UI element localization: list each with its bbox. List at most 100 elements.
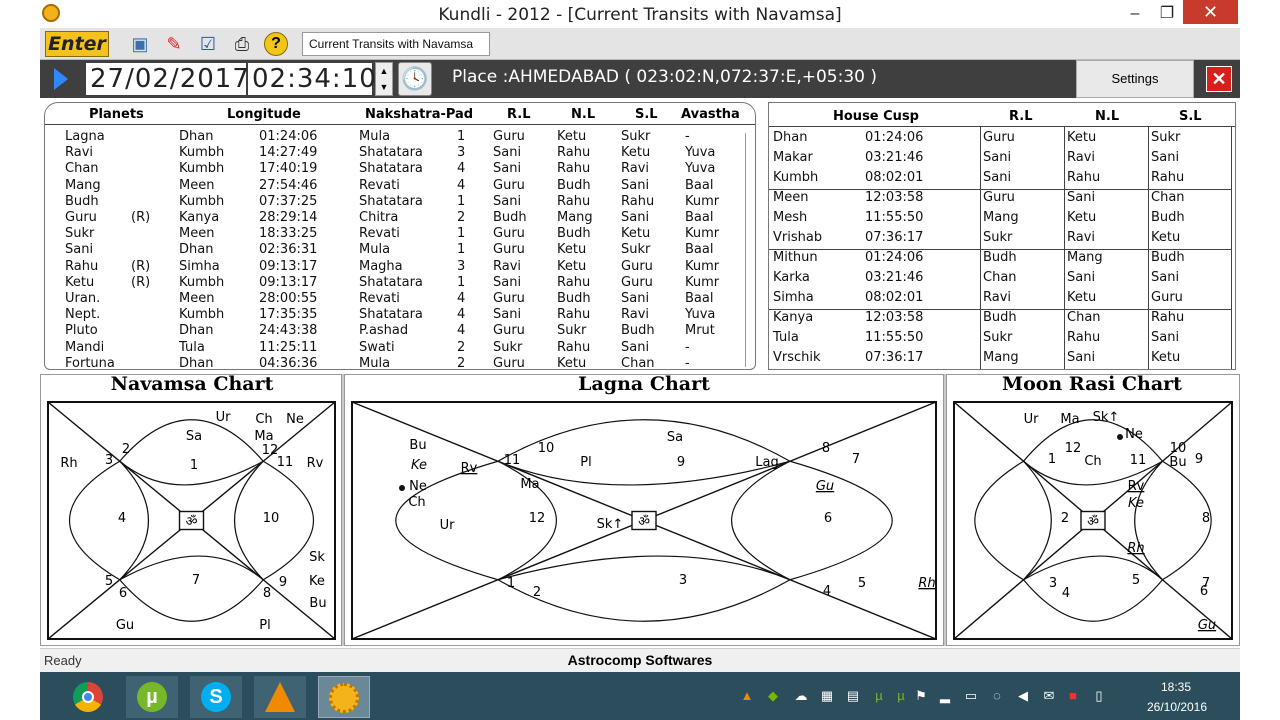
house-row[interactable]: Dhan 01:24:06 Guru Ketu Sukr — [769, 128, 1231, 148]
moon-rasi-chart[interactable]: ॐUrMaSk↑Ne12101Ch11Bu9PlSaRvKe28Rh53746G… — [951, 399, 1235, 642]
utorrent-tray-icon[interactable]: µ — [870, 688, 888, 703]
nvidia-tray-icon[interactable]: ◆ — [764, 688, 782, 704]
planet-row[interactable]: Fortuna Dhan 04:36:36 Mula 2 Guru Ketu Chan - — [45, 356, 745, 372]
lagna-chart-label: Gu — [816, 479, 834, 494]
vlc-icon[interactable] — [254, 676, 306, 718]
planet-row[interactable]: Sani Dhan 02:36:31 Mula 1 Guru Ketu Sukr Baal — [45, 242, 745, 258]
house-row[interactable]: Kanya 12:03:58 Budh Chan Rahu — [769, 308, 1231, 328]
kundli-icon[interactable] — [318, 676, 370, 718]
battery-tray-icon[interactable]: ▯ — [1090, 688, 1108, 704]
house-cell: Sukr — [1151, 130, 1181, 145]
signal-tray-icon[interactable]: ▂ — [936, 688, 954, 704]
planet-row[interactable]: Ravi Kumbh 14:27:49 Shatatara 3 Sani Rahu Ketu Y… — [45, 145, 745, 161]
cloud-tray-icon[interactable]: ☁ — [792, 688, 810, 704]
planet-row[interactable]: Chan Kumbh 17:40:19 Shatatara 4 Sani Rahu Ravi Y… — [45, 161, 745, 177]
planet-row[interactable]: Nept. Kumbh 17:35:35 Shatatara 4 Sani Rahu Ravi… — [45, 307, 745, 323]
app-tray-icon[interactable]: ▤ — [844, 688, 862, 704]
planet-cell: 17:40:19 — [259, 161, 318, 177]
skype-icon[interactable]: S — [190, 676, 242, 718]
planet-cell: Budh — [557, 291, 591, 306]
restore-button[interactable]: ❐ — [1150, 0, 1184, 28]
checklist-icon[interactable]: ☑ — [194, 31, 222, 57]
vlc-tray-icon[interactable]: ▲ — [738, 688, 756, 703]
wrench-icon[interactable]: ✎ — [160, 31, 188, 57]
chat-tray-icon[interactable]: ◌ — [988, 688, 1006, 703]
planet-row[interactable]: Guru (R) Kanya 28:29:14 Chitra 2 Budh Mang Sani B… — [45, 210, 745, 226]
planet-cell: Rahu — [557, 339, 591, 355]
document-tab[interactable]: Current Transits with Navamsa — [302, 32, 490, 56]
minimize-button[interactable]: – — [1118, 0, 1152, 28]
planet-cell: Guru — [621, 258, 653, 274]
planet-cell: Sani — [493, 307, 522, 323]
planet-row[interactable]: Mandi Tula 11:25:11 Swati 2 Sukr Rahu Sani - — [45, 340, 745, 356]
planet-cell: Baal — [685, 291, 714, 306]
planet-cell: Sukr — [493, 339, 523, 355]
play-icon[interactable] — [54, 68, 68, 90]
lagna-chart[interactable]: ॐ Sa Bu 10 8 Ke Rv 11 Pl 9 Lag 7 Ne Gu Ch Ma Ur 12 Sk↑ 6 3 1 5… — [349, 399, 939, 642]
navamsa-chart[interactable]: ॐUr Ch NeSa Ma2 123 1 11Rh Rv4 10Sk7 Ke5 96 8BuGu Pl — [45, 399, 338, 642]
planet-row[interactable]: Budh Kumbh 07:37:25 Shatatara 1 Sani Rahu Rahu K… — [45, 194, 745, 210]
house-cell: Sani — [1151, 330, 1180, 345]
utorrent-icon[interactable]: µ — [126, 676, 178, 718]
clock-date[interactable]: 26/10/2016 — [1140, 700, 1214, 714]
time-field[interactable]: 02:34:10 — [248, 63, 376, 95]
enter-button[interactable]: Enter — [45, 31, 109, 57]
close-chart-button[interactable]: ✕ — [1206, 66, 1232, 92]
planet-cell: 4 — [457, 323, 466, 339]
planet-cell: 3 — [457, 258, 466, 274]
navamsa-chart-label: 9 — [279, 575, 287, 590]
lagna-chart-label: Pl — [580, 455, 591, 470]
date-field[interactable]: 27/02/2017 — [86, 63, 249, 95]
clock-time[interactable]: 18:35 — [1146, 680, 1206, 694]
planet-cell: Kumr — [685, 226, 720, 242]
planet-row[interactable]: Sukr Meen 18:33:25 Revati 1 Guru Budh Ketu Kumr — [45, 226, 745, 242]
planet-cell: Sani — [621, 291, 650, 306]
planet-row[interactable]: Lagna Dhan 01:24:06 Mula 1 Guru Ketu Sukr - — [45, 129, 745, 145]
display-tray-icon[interactable]: ▭ — [962, 688, 980, 704]
utorrent2-tray-icon[interactable]: µ — [892, 688, 910, 703]
help-icon[interactable]: ? — [264, 32, 288, 56]
window-close-button[interactable]: ✕ — [1183, 0, 1238, 24]
house-cell: 07:36:17 — [865, 230, 924, 245]
planet-row[interactable]: Rahu (R) Simha 09:13:17 Magha 3 Ravi Ketu Guru Ku… — [45, 259, 745, 275]
planet-cell: 2 — [457, 355, 466, 371]
house-row[interactable]: Vrschik 07:36:17 Mang Sani Ketu — [769, 348, 1231, 368]
navamsa-chart-label: Ch — [255, 412, 272, 427]
house-row[interactable]: Meen 12:03:58 Guru Sani Chan — [769, 188, 1231, 208]
house-cell: 08:02:01 — [865, 290, 924, 305]
house-cell: Ketu — [1151, 350, 1181, 365]
house-row[interactable]: Mithun 01:24:06 Budh Mang Budh — [769, 248, 1231, 268]
settings-button[interactable]: Settings — [1076, 60, 1194, 98]
planet-row[interactable]: Pluto Dhan 24:43:38 P.ashad 4 Guru Sukr Budh Mru… — [45, 323, 745, 339]
planet-cell: 28:29:14 — [259, 210, 318, 225]
house-cell: Ravi — [1067, 230, 1096, 245]
house-row[interactable]: Mesh 11:55:50 Mang Ketu Budh — [769, 208, 1231, 228]
lagna-chart-label: Ke — [411, 458, 427, 473]
house-row[interactable]: Karka 03:21:46 Chan Sani Sani — [769, 268, 1231, 288]
time-spinner[interactable]: ▲ ▼ — [375, 62, 393, 96]
planet-row[interactable]: Ketu (R) Kumbh 09:13:17 Shatatara 1 Sani Rahu Gu… — [45, 275, 745, 291]
house-row[interactable]: Tula 11:55:50 Sukr Rahu Sani — [769, 328, 1231, 348]
house-row[interactable]: Kumbh 08:02:01 Sani Rahu Rahu — [769, 168, 1231, 188]
planet-row[interactable]: Uran. Meen 28:00:55 Revati 4 Guru Budh Sani Baal — [45, 291, 745, 307]
lagna-chart-label: 2 — [533, 585, 541, 600]
security-tray-icon[interactable]: ■ — [1064, 688, 1082, 703]
chrome-icon[interactable] — [62, 676, 114, 718]
printer-icon[interactable]: ⎙ — [228, 31, 256, 57]
volume-tray-icon[interactable]: ◀ — [1014, 688, 1032, 704]
planet-cell: Guru — [493, 323, 525, 339]
house-row[interactable]: Simha 08:02:01 Ravi Ketu Guru — [769, 288, 1231, 308]
planet-cell: Rahu — [557, 274, 591, 290]
clock-icon[interactable]: 🕓 — [398, 62, 432, 96]
network-tray-icon[interactable]: ▦ — [818, 688, 836, 704]
navamsa-chart-label: 3 — [105, 453, 113, 468]
moon-chart-label: Sk↑ — [1093, 410, 1120, 425]
house-row[interactable]: Makar 03:21:46 Sani Ravi Sani — [769, 148, 1231, 168]
house-row[interactable]: Vrishab 07:36:17 Sukr Ravi Ketu — [769, 228, 1231, 248]
mail-tray-icon[interactable]: ✉ — [1040, 688, 1058, 704]
planet-cell: Budh — [493, 210, 527, 225]
flag-tray-icon[interactable]: ⚑ — [912, 688, 930, 704]
planet-cell: 1 — [457, 274, 466, 290]
planet-row[interactable]: Mang Meen 27:54:46 Revati 4 Guru Budh Sani Baal — [45, 178, 745, 194]
monitor-icon[interactable]: ▣ — [126, 31, 154, 57]
